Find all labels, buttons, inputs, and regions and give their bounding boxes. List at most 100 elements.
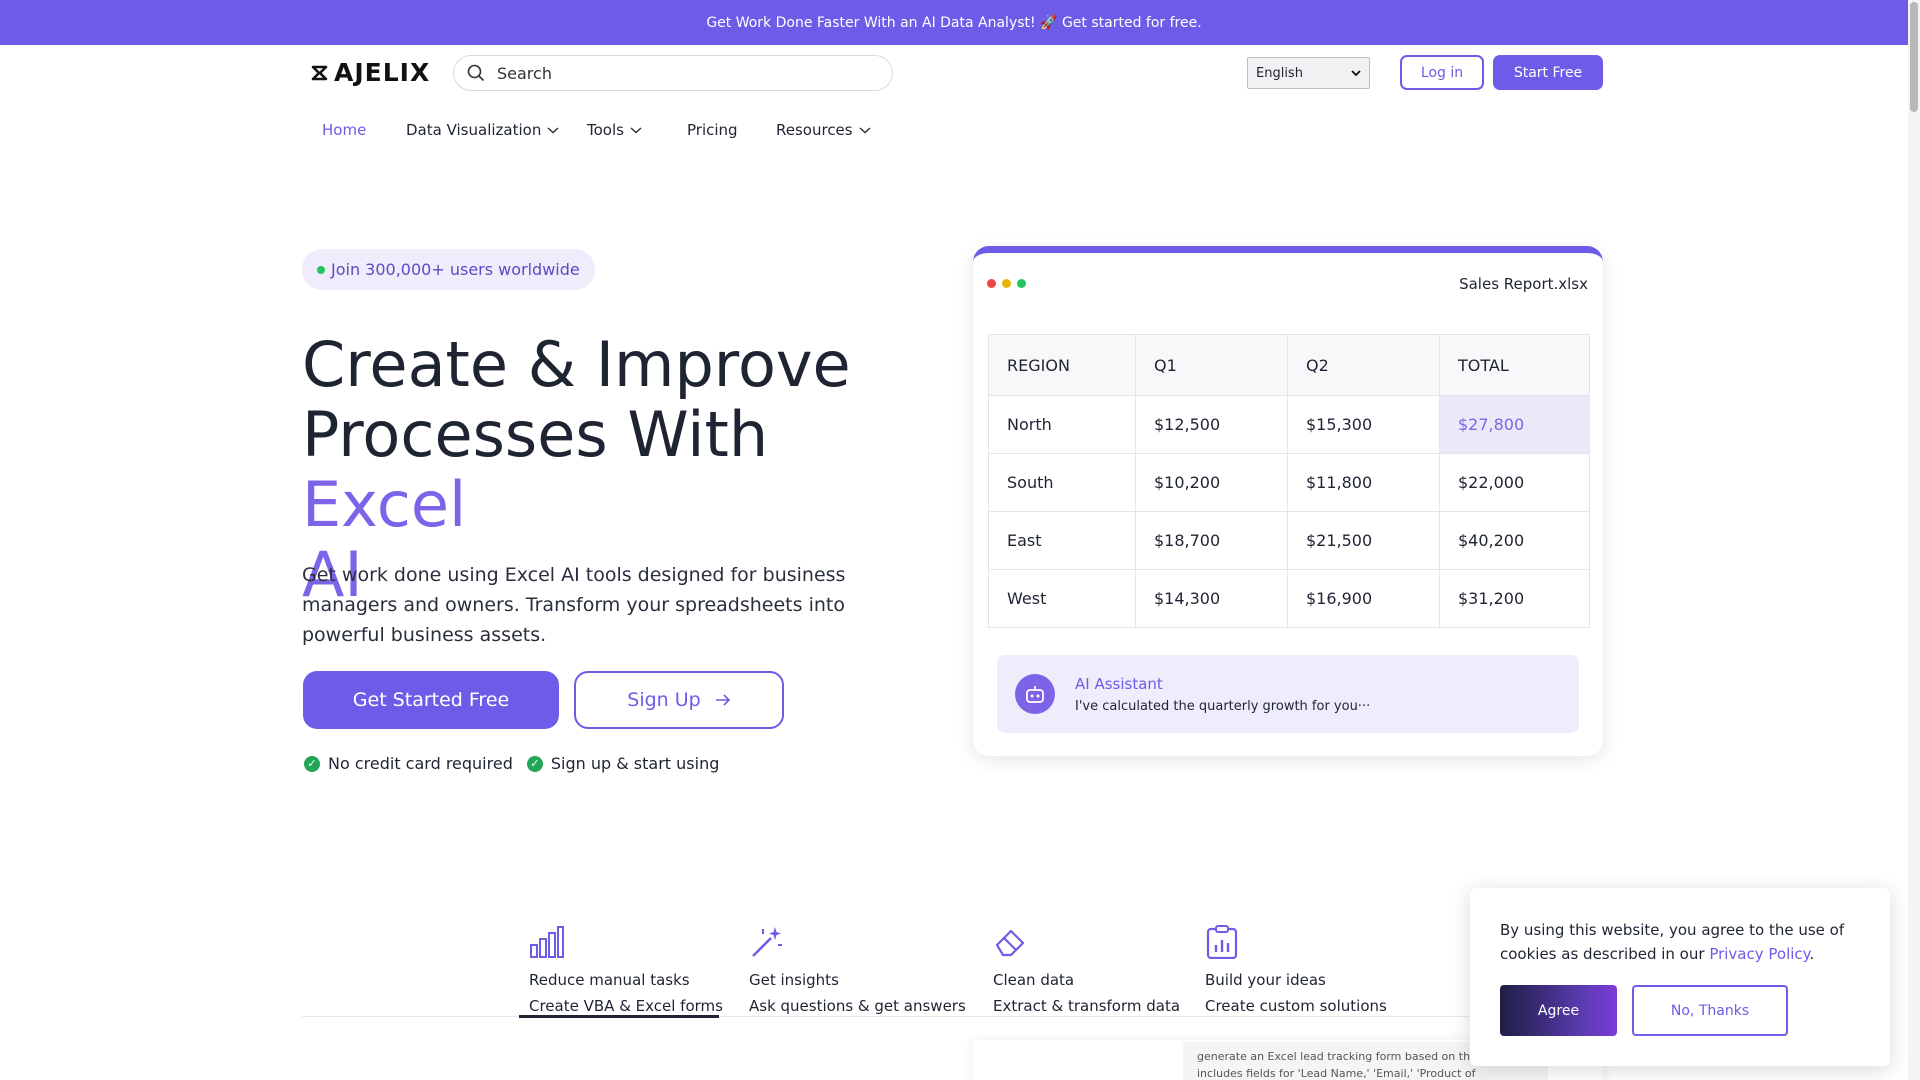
check-icon: ✓	[526, 755, 543, 772]
ai-assistant-message: AI Assistant I've calculated the quarter…	[997, 655, 1579, 733]
robot-icon	[1015, 674, 1055, 714]
site-logo[interactable]: AJELIX	[310, 58, 430, 87]
decline-button[interactable]: No, Thanks	[1632, 985, 1788, 1036]
table-cell: $40,200	[1439, 511, 1590, 570]
page-scrollbar[interactable]	[1908, 0, 1920, 1080]
column-header: Q2	[1287, 334, 1440, 396]
search-bar[interactable]	[453, 55, 893, 91]
magic-wand-icon	[752, 927, 782, 957]
feature-subtitle: Extract & transform data	[993, 997, 1181, 1015]
nav-pricing-label: Pricing	[687, 121, 738, 139]
table-cell: $31,200	[1439, 569, 1590, 628]
promo-text: Get Work Done Faster With an AI Data Ana…	[706, 14, 1202, 31]
column-header: TOTAL	[1439, 334, 1590, 396]
active-tab-indicator	[519, 1015, 719, 1018]
get-started-button[interactable]: Get Started Free	[303, 671, 559, 729]
feature-subtitle: Create VBA & Excel forms	[529, 997, 723, 1015]
sign-up-button[interactable]: Sign Up	[574, 671, 784, 729]
spreadsheet-preview: Sales Report.xlsx REGION Q1 Q2 TOTAL Nor…	[973, 246, 1603, 756]
nav-pricing[interactable]: Pricing	[687, 118, 738, 142]
nav-resources-label: Resources	[776, 121, 853, 139]
nav-resources[interactable]: Resources	[776, 118, 871, 142]
logo-text: AJELIX	[334, 58, 431, 87]
chevron-down-icon	[547, 127, 559, 134]
eraser-icon	[995, 929, 1025, 957]
chevron-down-icon	[1351, 70, 1361, 77]
table-cell: $11,800	[1287, 453, 1440, 512]
scrollbar-thumb[interactable]	[1910, 2, 1918, 112]
feature-title: Clean data	[993, 971, 1075, 989]
table-cell: $16,900	[1287, 569, 1440, 628]
language-select[interactable]: English	[1247, 57, 1370, 89]
sign-up-label: Sign Up	[627, 689, 701, 711]
ajelix-logo-mark	[311, 65, 328, 80]
language-value: English	[1256, 65, 1303, 81]
ai-assistant-title: AI Assistant	[1075, 675, 1163, 693]
table-header-row: REGION Q1 Q2 TOTAL	[988, 334, 1590, 396]
chevron-down-icon	[630, 127, 642, 134]
cookie-text: By using this website, you agree to the …	[1500, 918, 1870, 966]
hero-title-line2: Processes With	[302, 398, 769, 471]
nav-tools[interactable]: Tools	[587, 118, 642, 142]
nav-home-label: Home	[322, 121, 367, 139]
search-input[interactable]	[497, 63, 857, 83]
feature-title: Build your ideas	[1205, 971, 1326, 989]
privacy-policy-link[interactable]: Privacy Policy	[1709, 945, 1809, 963]
bar-chart-icon	[530, 926, 564, 958]
login-button[interactable]: Log in	[1400, 55, 1484, 90]
clipboard-chart-icon	[1206, 925, 1238, 960]
column-header: REGION	[988, 334, 1136, 396]
table-row: West $14,300 $16,900 $31,200	[988, 569, 1590, 628]
table-cell: $21,500	[1287, 511, 1440, 570]
close-dot-icon	[987, 279, 996, 288]
hero-title-line1: Create & Improve	[302, 328, 851, 401]
search-icon	[467, 64, 485, 82]
tabs-divider	[302, 1016, 1482, 1017]
status-dot-icon	[317, 265, 325, 274]
table-cell: South	[988, 453, 1136, 512]
window-controls	[987, 279, 1026, 288]
table-cell: $10,200	[1135, 453, 1288, 512]
users-badge-text: Join 300,000+ users worldwide	[331, 260, 580, 279]
agree-button[interactable]: Agree	[1500, 985, 1617, 1036]
chevron-down-icon	[859, 127, 871, 134]
table-cell: $12,500	[1135, 395, 1288, 454]
table-row: South $10,200 $11,800 $22,000	[988, 453, 1590, 512]
table-cell-highlighted: $27,800	[1439, 395, 1590, 454]
ai-assistant-text: I've calculated the quarterly growth for…	[1075, 699, 1371, 714]
benefit-sign-up: Sign up & start using	[550, 754, 720, 773]
cookie-consent: By using this website, you agree to the …	[1470, 888, 1890, 1066]
table-cell: $18,700	[1135, 511, 1288, 570]
table-cell: West	[988, 569, 1136, 628]
nav-data-visualization[interactable]: Data Visualization	[406, 118, 559, 142]
nav-data-visualization-label: Data Visualization	[406, 121, 542, 139]
table-row: East $18,700 $21,500 $40,200	[988, 511, 1590, 570]
hero-subtitle: Get work done using Excel AI tools desig…	[302, 564, 846, 646]
signup-benefits: ✓ No credit card required ✓ Sign up & st…	[304, 754, 719, 773]
table-cell: $22,000	[1439, 453, 1590, 512]
feature-tab-clean-data[interactable]: Clean data Extract & transform data	[993, 925, 1180, 1015]
feature-subtitle: Create custom solutions	[1205, 997, 1387, 1015]
minimize-dot-icon	[1002, 279, 1011, 288]
hero-title-accent-1: Excel	[302, 468, 467, 541]
nav-home[interactable]: Home	[322, 118, 366, 142]
table-cell: $14,300	[1135, 569, 1288, 628]
sales-table: REGION Q1 Q2 TOTAL North $12,500 $15,300…	[988, 334, 1590, 628]
maximize-dot-icon	[1017, 279, 1026, 288]
nav-tools-label: Tools	[587, 121, 624, 139]
table-cell: $15,300	[1287, 395, 1440, 454]
promo-banner[interactable]: Get Work Done Faster With an AI Data Ana…	[0, 0, 1908, 45]
arrow-right-icon	[715, 694, 730, 706]
start-free-button[interactable]: Start Free	[1493, 55, 1603, 90]
feature-title: Get insights	[749, 971, 839, 989]
table-cell: North	[988, 395, 1136, 454]
feature-tab-get-insights[interactable]: Get insights Ask questions & get answers	[749, 925, 966, 1015]
feature-title: Reduce manual tasks	[529, 971, 690, 989]
feature-tab-reduce-manual-tasks[interactable]: Reduce manual tasks Create VBA & Excel f…	[529, 925, 723, 1015]
column-header: Q1	[1135, 334, 1288, 396]
table-cell: East	[988, 511, 1136, 570]
table-row: North $12,500 $15,300 $27,800	[988, 395, 1590, 454]
feature-tab-build-your-ideas[interactable]: Build your ideas Create custom solutions	[1205, 925, 1387, 1015]
cookie-period: .	[1809, 945, 1815, 963]
benefit-no-card: No credit card required	[328, 754, 513, 773]
